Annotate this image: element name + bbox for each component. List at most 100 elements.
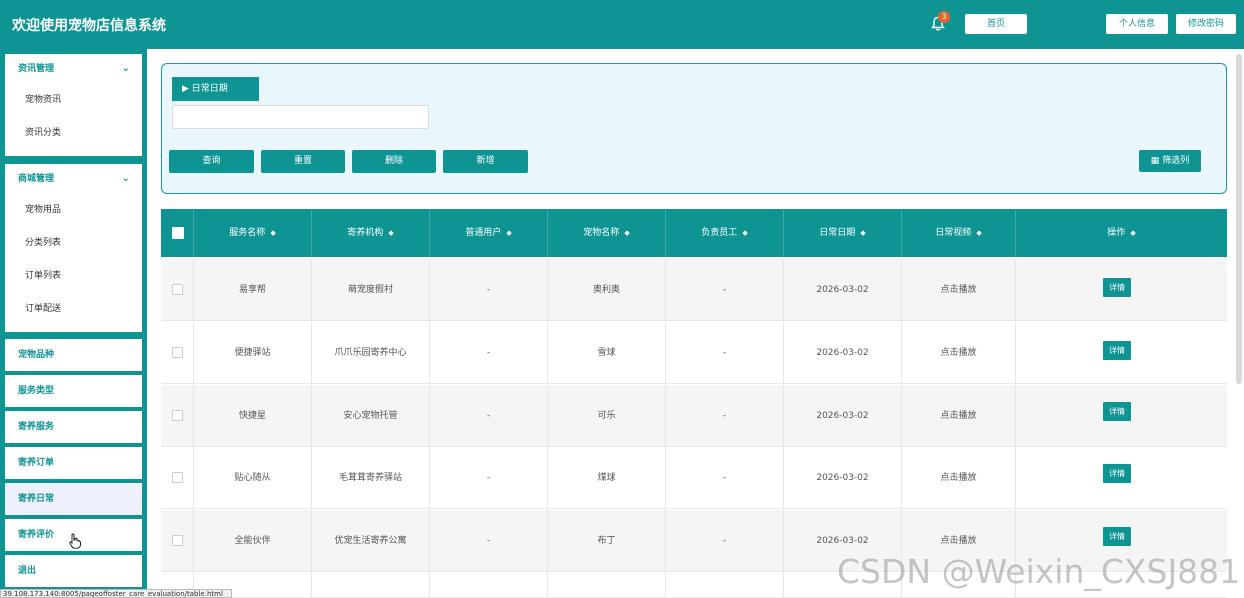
cell-foster-agency: 萌宠度假村 bbox=[311, 259, 429, 321]
cell-daily-video[interactable]: 点击播放 bbox=[901, 259, 1015, 321]
scrollbar[interactable] bbox=[1236, 54, 1242, 384]
chevron-down-icon: ⌄ bbox=[121, 173, 130, 184]
cell-daily-date: 2026-03-02 bbox=[783, 322, 901, 384]
table-row: 易享帮 萌宠度假村 - 奥利奥 - 2026-03-02 点击播放 详情 bbox=[161, 259, 1227, 321]
sidebar-item-pet-news[interactable]: 宠物资讯 bbox=[5, 84, 142, 117]
cell-foster-agency: 优宠生活寄养公寓 bbox=[311, 510, 429, 572]
status-bar-url: 39.108.173.140:8005/pageoffoster_care_ev… bbox=[0, 589, 232, 598]
cell-pet-name: 奥利奥 bbox=[547, 259, 665, 321]
cell-daily-date: 2026-03-02 bbox=[783, 259, 901, 321]
table-header: 服务名称 ◆ 寄养机构 ◆ 普通用户 ◆ 宠物名称 ◆ 负责员工 ◆ 日常日期 ◆ 日常视频… bbox=[161, 209, 1227, 257]
notification-badge: 3 bbox=[938, 11, 950, 23]
sort-icon: ◆ bbox=[1130, 229, 1136, 237]
sidebar-item-foster-daily[interactable]: 寄养日常 bbox=[5, 483, 142, 515]
sidebar-item-foster-order[interactable]: 寄养订单 bbox=[5, 447, 142, 479]
cell-staff: - bbox=[665, 385, 783, 447]
cell-staff: - bbox=[665, 510, 783, 572]
sidebar-item-logout[interactable]: 退出 bbox=[5, 555, 142, 587]
sidebar-item-service-type[interactable]: 服务类型 bbox=[5, 375, 142, 407]
watermark: CSDN @Weixin_CXSJ881 bbox=[837, 552, 1241, 591]
cell-service-name: 易享帮 bbox=[193, 259, 311, 321]
cell-foster-agency: 爪爪乐园寄养中心 bbox=[311, 322, 429, 384]
column-header[interactable]: 宠物名称 ◆ bbox=[547, 209, 665, 257]
row-checkbox[interactable] bbox=[172, 472, 183, 483]
cell-daily-date: 2026-03-02 bbox=[783, 447, 901, 509]
detail-button[interactable]: 详情 bbox=[1103, 527, 1131, 546]
query-button[interactable]: 查询 bbox=[169, 150, 254, 173]
table-row: 便捷驿站 爪爪乐园寄养中心 - 雪球 - 2026-03-02 点击播放 详情 bbox=[161, 322, 1227, 384]
cell-staff: - bbox=[665, 259, 783, 321]
cell-user: - bbox=[429, 259, 547, 321]
table-row: 贴心随从 毛茸茸寄养驿站 - 煤球 - 2026-03-02 点击播放 详情 bbox=[161, 447, 1227, 509]
cell-daily-video[interactable]: 点击播放 bbox=[901, 385, 1015, 447]
sort-icon: ◆ bbox=[506, 229, 512, 237]
reset-button[interactable]: 重置 bbox=[261, 150, 345, 173]
app-title: 欢迎使用宠物店信息系统 bbox=[12, 18, 166, 34]
sidebar-item-pet-supplies[interactable]: 宠物用品 bbox=[5, 194, 142, 227]
cell-staff: - bbox=[665, 447, 783, 509]
column-header[interactable]: 负责员工 ◆ bbox=[665, 209, 783, 257]
cell-pet-name: 布丁 bbox=[547, 510, 665, 572]
sidebar-group-header-news[interactable]: 资讯管理 ⌄ bbox=[5, 54, 142, 84]
sidebar-item-foster-service[interactable]: 寄养服务 bbox=[5, 411, 142, 443]
detail-button[interactable]: 详情 bbox=[1103, 278, 1131, 297]
change-password-button[interactable]: 修改密码 bbox=[1176, 14, 1236, 34]
cell-user: - bbox=[429, 385, 547, 447]
sort-icon: ◆ bbox=[388, 229, 394, 237]
sidebar-group-shop: 商城管理 ⌄ 宠物用品 分类列表 订单列表 订单配送 bbox=[5, 164, 142, 332]
cell-daily-video[interactable]: 点击播放 bbox=[901, 322, 1015, 384]
filter-columns-button[interactable]: ▦ 筛选列 bbox=[1139, 150, 1201, 172]
cell-pet-name: 雪球 bbox=[547, 322, 665, 384]
delete-button[interactable]: 删除 bbox=[352, 150, 436, 173]
detail-button[interactable]: 详情 bbox=[1103, 402, 1131, 421]
cell-service-name: 全能伙伴 bbox=[193, 510, 311, 572]
cell-user: - bbox=[429, 510, 547, 572]
sidebar-item-category-list[interactable]: 分类列表 bbox=[5, 227, 142, 260]
hand-cursor-icon bbox=[69, 533, 81, 549]
detail-button[interactable]: 详情 bbox=[1103, 464, 1131, 483]
sort-icon: ◆ bbox=[976, 229, 982, 237]
home-button[interactable]: 首页 bbox=[965, 14, 1027, 34]
daily-date-label: ▶ 日常日期 bbox=[172, 77, 259, 101]
column-header[interactable]: 日常日期 ◆ bbox=[783, 209, 901, 257]
sidebar-group-header-shop[interactable]: 商城管理 ⌄ bbox=[5, 164, 142, 194]
sidebar-item-pet-breed[interactable]: 宠物品种 bbox=[5, 339, 142, 371]
cell-service-name: 便捷驿站 bbox=[193, 322, 311, 384]
select-all-checkbox[interactable] bbox=[172, 227, 184, 239]
cell-user: - bbox=[429, 447, 547, 509]
sort-icon: ◆ bbox=[270, 229, 276, 237]
cell-staff: - bbox=[665, 322, 783, 384]
row-checkbox[interactable] bbox=[172, 410, 183, 421]
sidebar-group-news: 资讯管理 ⌄ 宠物资讯 资讯分类 bbox=[5, 54, 142, 156]
detail-button[interactable]: 详情 bbox=[1103, 341, 1131, 360]
profile-button[interactable]: 个人信息 bbox=[1106, 14, 1168, 34]
cell-daily-video[interactable]: 点击播放 bbox=[901, 447, 1015, 509]
chevron-down-icon: ⌄ bbox=[121, 63, 130, 74]
cell-pet-name: 煤球 bbox=[547, 447, 665, 509]
top-bar bbox=[0, 0, 1244, 49]
cell-pet-name: 可乐 bbox=[547, 385, 665, 447]
sidebar-item-order-delivery[interactable]: 订单配送 bbox=[5, 293, 142, 326]
columns-icon: ▦ bbox=[1150, 156, 1160, 166]
column-header[interactable]: 日常视频 ◆ bbox=[901, 209, 1015, 257]
table-row: 快捷星 安心宠物托管 - 可乐 - 2026-03-02 点击播放 详情 bbox=[161, 385, 1227, 447]
column-header[interactable]: 寄养机构 ◆ bbox=[311, 209, 429, 257]
row-checkbox[interactable] bbox=[172, 347, 183, 358]
column-header[interactable]: 普通用户 ◆ bbox=[429, 209, 547, 257]
cell-daily-date: 2026-03-02 bbox=[783, 385, 901, 447]
sidebar-item-news-category[interactable]: 资讯分类 bbox=[5, 117, 142, 150]
daily-date-input[interactable] bbox=[172, 105, 429, 129]
sidebar-item-order-list[interactable]: 订单列表 bbox=[5, 260, 142, 293]
row-checkbox[interactable] bbox=[172, 535, 183, 546]
cell-user: - bbox=[429, 322, 547, 384]
sort-icon: ◆ bbox=[624, 229, 630, 237]
sort-icon: ◆ bbox=[860, 229, 866, 237]
row-checkbox[interactable] bbox=[172, 284, 183, 295]
column-header[interactable]: 操作 ◆ bbox=[1015, 209, 1227, 257]
sort-icon: ◆ bbox=[742, 229, 748, 237]
add-button[interactable]: 新增 bbox=[443, 150, 528, 173]
cell-service-name: 快捷星 bbox=[193, 385, 311, 447]
column-header[interactable]: 服务名称 ◆ bbox=[193, 209, 311, 257]
cell-service-name: 贴心随从 bbox=[193, 447, 311, 509]
cell-foster-agency: 安心宠物托管 bbox=[311, 385, 429, 447]
